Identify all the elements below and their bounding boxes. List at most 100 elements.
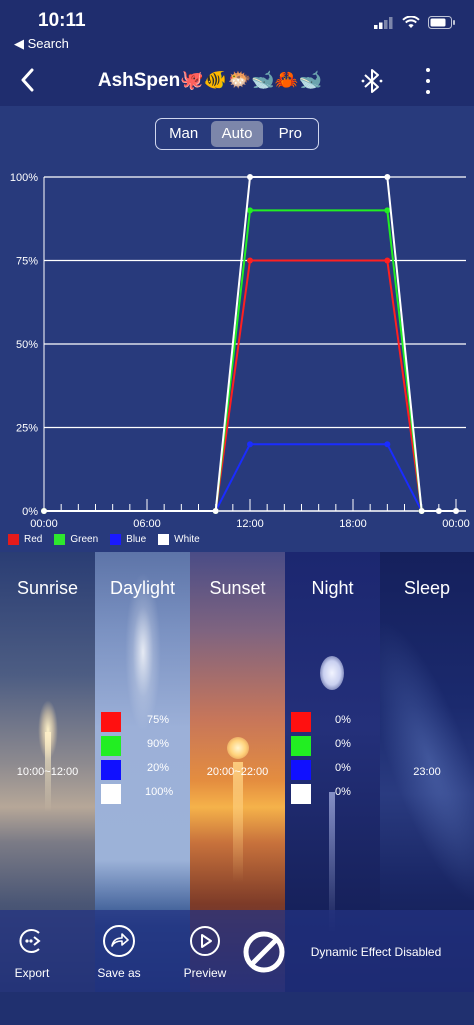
dynamic-effect-status: Dynamic Effect Disabled [310, 945, 442, 959]
phase-time: 23:00 [413, 766, 441, 778]
phase-title: Sleep [403, 578, 451, 598]
export-icon [15, 924, 49, 958]
channel-value: 0% [335, 762, 351, 774]
data-point-white [212, 508, 219, 514]
save-as-label: Save as [97, 966, 141, 980]
channel-white: 0% [291, 784, 351, 804]
battery-icon [428, 16, 455, 29]
y-tick-label: 0% [22, 506, 38, 518]
channel-white: 100% [101, 784, 173, 804]
preview-button[interactable]: Preview [181, 924, 229, 980]
data-point-blue [247, 441, 253, 448]
channel-red: 0% [291, 712, 351, 732]
y-tick-label: 25% [16, 423, 38, 435]
blue-swatch [110, 534, 122, 545]
channel-green: 90% [101, 736, 169, 756]
data-point-white [41, 508, 47, 514]
x-tick-label: 00:00 [442, 518, 470, 530]
status-bar: 10:11 ◀ Search [0, 0, 474, 56]
schedule-chart[interactable]: 0% 25% 50% 75% 100% 00:00 06:00 12:00 18:00 00:00 [0, 106, 474, 531]
white-swatch [291, 784, 311, 804]
bluetooth-button[interactable] [358, 66, 386, 101]
clock: 10:11 [38, 10, 86, 31]
channel-value: 20% [147, 762, 170, 774]
share-icon [102, 924, 136, 958]
x-tick-label: 06:00 [133, 518, 161, 530]
save-as-button[interactable]: Save as [94, 924, 144, 980]
phase-title: Sunrise [16, 578, 79, 598]
play-icon [188, 924, 222, 958]
cellular-signal-icon [374, 16, 393, 29]
back-to-search-link[interactable]: ◀ Search [14, 36, 69, 52]
channel-value: 0% [335, 786, 351, 798]
data-point-blue [384, 441, 391, 448]
milky-way-glow [380, 607, 474, 917]
chevron-left-icon [21, 68, 34, 92]
more-menu-button[interactable] [414, 66, 442, 96]
legend-label: Blue [126, 534, 147, 545]
green-swatch [291, 736, 311, 756]
legend-item-green: Green [54, 534, 98, 545]
mode-pro-tab[interactable]: Pro [265, 121, 316, 147]
schedule-chart-area: 0% 25% 50% 75% 100% 00:00 06:00 12:00 18:00 00:00… [0, 106, 474, 552]
legend-label: Red [24, 534, 43, 545]
dynamic-effect-toggle[interactable] [241, 929, 287, 980]
data-point-red [247, 257, 253, 264]
phase-time: 10:00~12:00 [16, 766, 79, 778]
data-point-white [453, 508, 459, 514]
red-swatch [8, 534, 19, 545]
phase-title: Night [311, 578, 354, 598]
channel-value: 0% [335, 738, 351, 750]
y-tick-label: 100% [10, 172, 38, 184]
channel-red: 75% [101, 712, 169, 732]
bluetooth-icon [361, 69, 383, 93]
mode-auto-tab[interactable]: Auto [211, 121, 263, 147]
export-label: Export [14, 966, 50, 980]
x-tick-label: 00:00 [30, 518, 58, 530]
channel-value: 90% [147, 738, 170, 750]
moon-icon [320, 656, 344, 690]
dot-icon [426, 68, 430, 72]
bottom-toolbar: Export Save as Preview Dynamic Effect Di… [0, 910, 474, 992]
back-button[interactable] [12, 64, 42, 96]
y-tick-label: 50% [16, 339, 38, 351]
data-point-white [247, 174, 253, 180]
sun-reflection [233, 762, 243, 882]
legend-label: Green [70, 534, 99, 545]
legend-item-white: White [158, 534, 200, 545]
x-tick-label: 12:00 [236, 518, 264, 530]
data-point-white [384, 174, 391, 180]
phase-title: Sunset [209, 578, 266, 598]
preview-label: Preview [183, 966, 227, 980]
legend-label: White [174, 534, 200, 545]
green-swatch [101, 736, 121, 756]
dot-icon [426, 90, 430, 94]
channel-blue: 20% [101, 760, 169, 780]
data-point-green [384, 207, 391, 214]
legend-item-red: Red [8, 534, 42, 545]
prohibited-icon [243, 931, 285, 973]
red-swatch [291, 712, 311, 732]
data-point-white [418, 508, 425, 514]
footer-strip [0, 992, 474, 1025]
sun-icon [227, 737, 249, 759]
export-button[interactable]: Export [10, 924, 54, 980]
data-point-green [247, 207, 253, 214]
data-point-red [384, 257, 391, 264]
channel-value: 75% [147, 714, 170, 726]
mode-man-tab[interactable]: Man [158, 121, 209, 147]
channel-value: 100% [145, 786, 174, 798]
channel-value: 0% [335, 714, 351, 726]
data-point-white [435, 508, 442, 514]
dot-icon [426, 79, 430, 83]
mode-segmented-control: Man Auto Pro [155, 118, 319, 150]
y-tick-label: 75% [16, 256, 38, 268]
series-line-red [44, 259, 423, 512]
white-swatch [158, 534, 170, 545]
wifi-icon [402, 16, 420, 28]
series-line-blue [44, 443, 423, 512]
channel-blue: 0% [291, 760, 351, 780]
system-icons [374, 16, 456, 29]
legend-item-blue: Blue [110, 534, 146, 545]
green-swatch [54, 534, 66, 545]
